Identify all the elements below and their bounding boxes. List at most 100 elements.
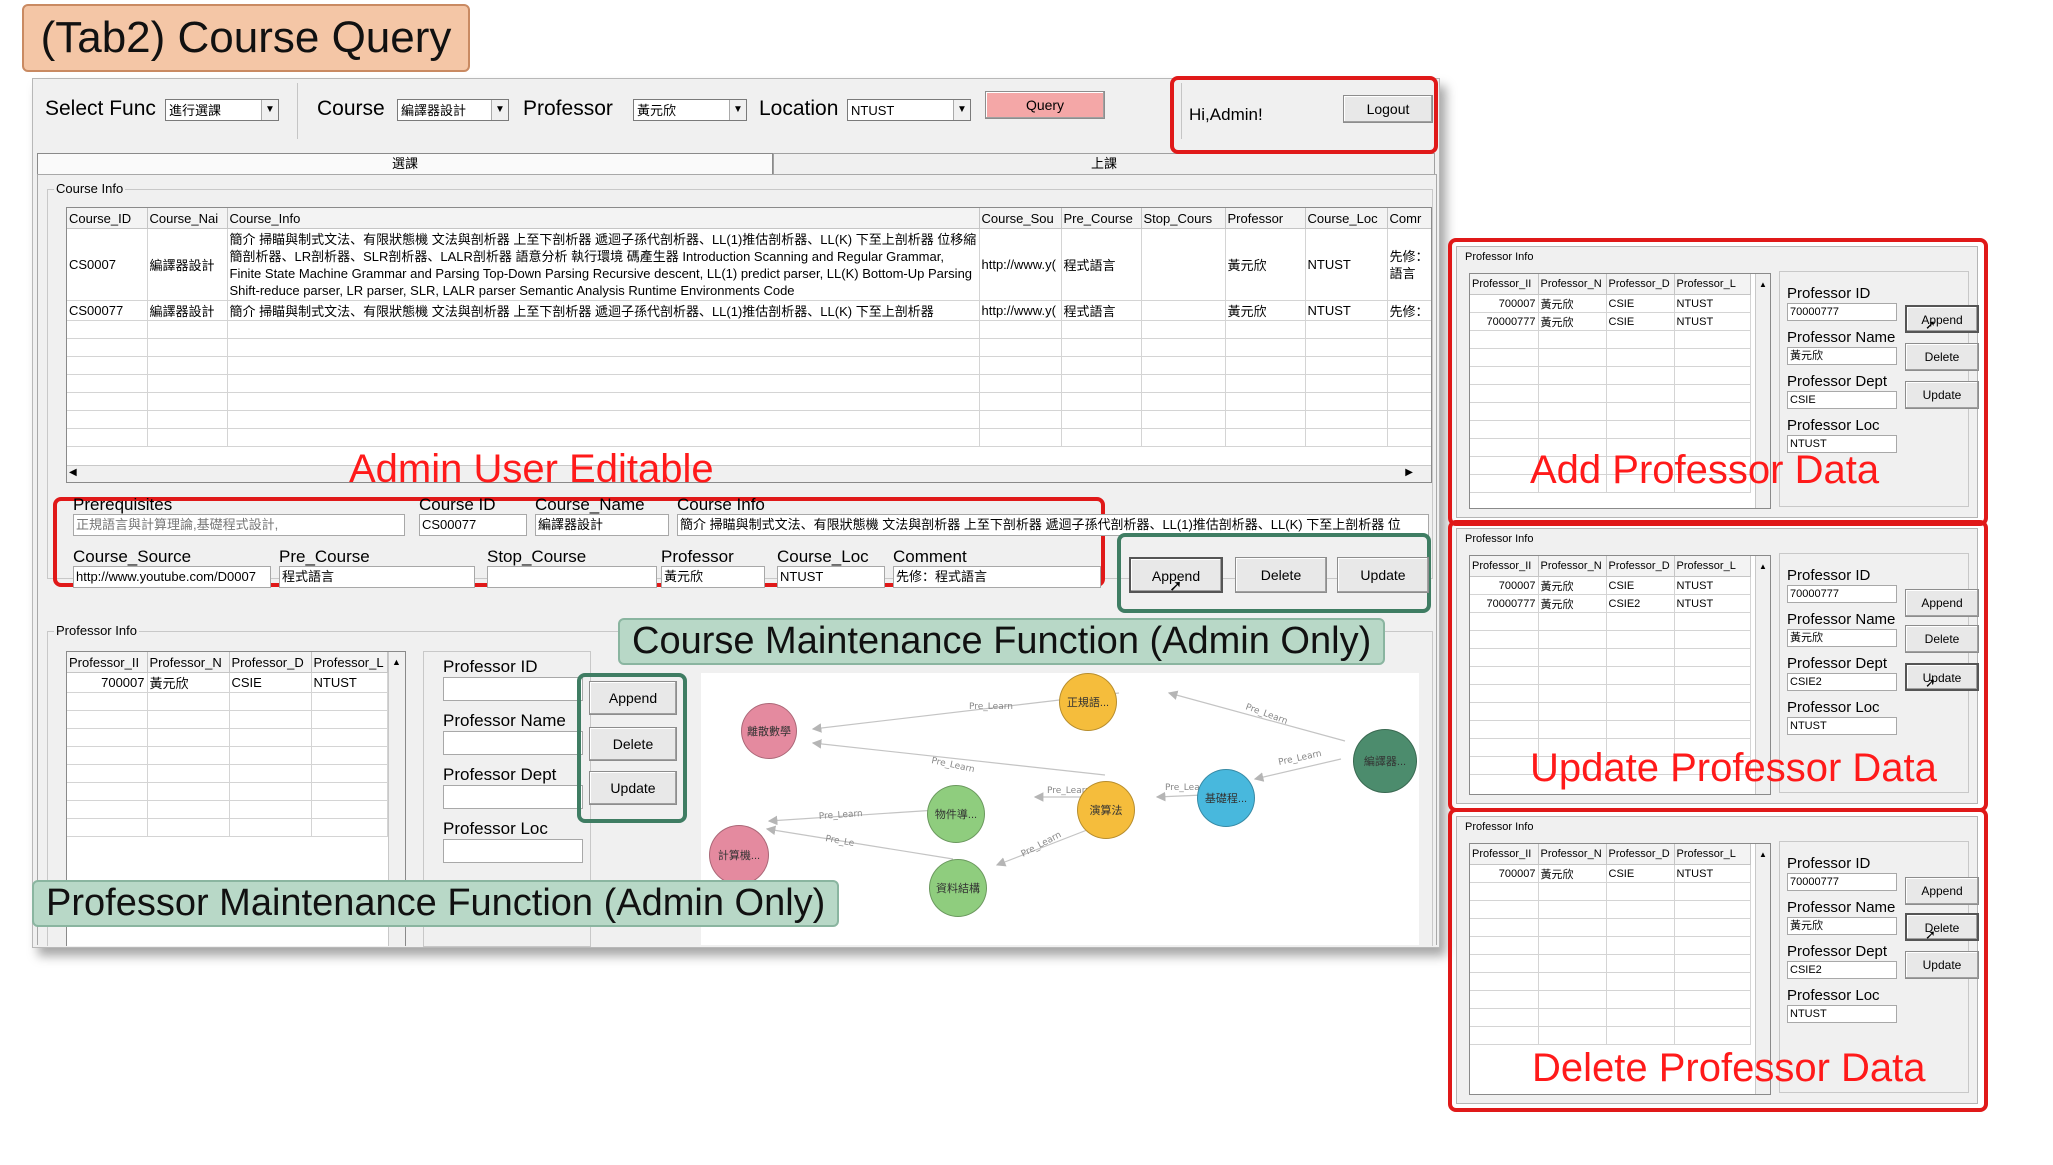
graph-node[interactable]: 計算機... xyxy=(709,825,769,885)
tab-select-course[interactable]: 選課 xyxy=(37,153,773,174)
course-source-field[interactable]: http://www.youtube.com/D0007 xyxy=(73,566,271,588)
stop-course-label: Stop_Course xyxy=(487,547,587,566)
empty-row xyxy=(67,746,388,765)
chevron-down-icon[interactable]: ▼ xyxy=(261,100,278,120)
column-header[interactable]: Professor_D xyxy=(229,652,312,673)
column-header[interactable]: Professor xyxy=(1225,208,1306,229)
table-row[interactable]: 700007 黃元欣 CSIE NTUST xyxy=(67,672,388,693)
scroll-left-icon[interactable]: ◀ xyxy=(69,467,77,478)
query-button[interactable]: Query xyxy=(985,91,1105,119)
course-name-field[interactable]: 編譯器設計 xyxy=(535,514,669,536)
location-dropdown[interactable]: NTUST ▼ xyxy=(847,99,971,121)
cell[interactable]: 先修：語言 xyxy=(1387,228,1431,301)
cell[interactable]: 黃元欣 xyxy=(147,672,230,693)
empty-row xyxy=(67,764,388,783)
professor-edit-label: Professor xyxy=(661,547,734,566)
graph-node-label: 資料結構 xyxy=(936,883,980,895)
empty-row xyxy=(67,782,388,801)
professor-dropdown[interactable]: 黃元欣 ▼ xyxy=(633,99,747,121)
cell[interactable]: NTUST xyxy=(311,672,388,693)
cell[interactable]: 700007 xyxy=(67,672,148,693)
professor-grid-header: Professor_II Professor_N Professor_D Pro… xyxy=(67,652,388,673)
pre-course-field[interactable]: 程式語言 xyxy=(279,566,475,588)
professor-id-field[interactable] xyxy=(443,677,583,701)
cell[interactable] xyxy=(1141,300,1226,321)
course-id-field[interactable]: CS00077 xyxy=(419,514,527,536)
professor-loc-field[interactable] xyxy=(443,839,583,863)
stop-course-field[interactable] xyxy=(487,566,657,588)
graph-node[interactable]: 正規語... xyxy=(1059,673,1117,731)
column-header[interactable]: Course_Nai xyxy=(147,208,228,229)
cell[interactable]: 簡介 掃瞄與制式文法、有限狀態機 文法與剖析器 上至下剖析器 遞迴子孫代剖析器、… xyxy=(227,228,980,301)
graph-node[interactable]: 離散數學 xyxy=(741,703,797,759)
column-header[interactable]: Professor_L xyxy=(311,652,388,673)
course-info-grid[interactable]: Course_ID Course_Nai Course_Info Course_… xyxy=(66,207,1432,483)
cell[interactable]: 編譯器設計 xyxy=(147,228,228,301)
column-header[interactable]: Professor_II xyxy=(67,652,148,673)
column-header[interactable]: Comr xyxy=(1387,208,1431,229)
graph-node[interactable]: 資料結構 xyxy=(929,859,987,917)
scroll-right-icon[interactable]: ▶ xyxy=(1405,467,1413,478)
professor-update-button[interactable]: Update xyxy=(589,771,677,805)
cell[interactable]: CS0007 xyxy=(67,228,148,301)
tab-attend-course[interactable]: 上課 xyxy=(773,153,1435,174)
graph-node[interactable]: 物件導... xyxy=(927,785,985,843)
professor-edit-field[interactable]: 黃元欣 xyxy=(661,566,765,588)
cell[interactable]: 先修： xyxy=(1387,300,1431,321)
table-row[interactable]: CS0007 編譯器設計 簡介 掃瞄與制式文法、有限狀態機 文法與剖析器 上至下… xyxy=(67,228,1431,301)
course-update-button[interactable]: Update xyxy=(1337,557,1429,593)
column-header[interactable]: Course_Info xyxy=(227,208,980,229)
table-row[interactable]: CS00077 編譯器設計 簡介 掃瞄與制式文法、有限狀態機 文法與剖析器 上至… xyxy=(67,300,1431,321)
cell[interactable]: http://www.y( xyxy=(979,300,1062,321)
cell[interactable]: NTUST xyxy=(1305,300,1388,321)
cell[interactable]: 黃元欣 xyxy=(1225,228,1306,301)
select-func-dropdown[interactable]: 進行選課 ▼ xyxy=(165,99,279,121)
chevron-down-icon[interactable]: ▼ xyxy=(729,100,746,120)
course-delete-button[interactable]: Delete xyxy=(1235,557,1327,593)
cell[interactable]: 編譯器設計 xyxy=(147,300,228,321)
column-header[interactable]: Stop_Cours xyxy=(1141,208,1226,229)
column-header[interactable]: Course_Sou xyxy=(979,208,1062,229)
select-func-value: 進行選課 xyxy=(169,103,222,118)
empty-row xyxy=(67,800,388,819)
graph-edge xyxy=(765,825,954,860)
comment-field[interactable]: 先修：程式語言 xyxy=(893,566,1101,588)
professor-delete-button[interactable]: Delete xyxy=(589,727,677,761)
cell[interactable]: 程式語言 xyxy=(1061,228,1142,301)
column-header[interactable]: Course_Loc xyxy=(1305,208,1388,229)
edge-label: Pre_Learn xyxy=(1244,702,1289,726)
course-maintenance-caption: Course Maintenance Function (Admin Only) xyxy=(618,618,1386,665)
professor-append-button[interactable]: Append xyxy=(589,681,677,715)
graph-node[interactable]: 演算法 xyxy=(1077,781,1135,839)
prerequisites-label: Prerequisites xyxy=(73,495,173,514)
cell[interactable]: CSIE xyxy=(229,672,312,693)
scroll-up-icon[interactable]: ▲ xyxy=(389,657,401,667)
graph-node-label: 計算機... xyxy=(717,850,761,862)
edge-label: Pre_Learn xyxy=(819,809,864,822)
column-header[interactable]: Course_ID xyxy=(67,208,148,229)
chevron-down-icon[interactable]: ▼ xyxy=(491,100,508,120)
empty-row xyxy=(67,356,1431,375)
graph-node-label: 離散數學 xyxy=(747,726,791,738)
column-header[interactable]: Professor_N xyxy=(147,652,230,673)
professor-name-field[interactable] xyxy=(443,731,583,755)
chevron-down-icon[interactable]: ▼ xyxy=(953,100,970,120)
course-loc-field[interactable]: NTUST xyxy=(777,566,885,588)
empty-row xyxy=(67,374,1431,393)
prerequisites-field[interactable]: 正規語言與計算理論,基礎程式設計, xyxy=(73,514,405,536)
cell[interactable] xyxy=(1141,228,1226,301)
graph-node[interactable]: 基礎程... xyxy=(1197,769,1255,827)
column-header[interactable]: Pre_Course xyxy=(1061,208,1142,229)
course-dropdown[interactable]: 編譯器設計 ▼ xyxy=(397,99,509,121)
graph-node[interactable]: 編譯器... xyxy=(1353,729,1417,793)
professor-maintenance-caption: Professor Maintenance Function (Admin On… xyxy=(32,880,840,927)
cell[interactable]: http://www.y( xyxy=(979,228,1062,301)
cell[interactable]: NTUST xyxy=(1305,228,1388,301)
professor-dept-label: Professor Dept xyxy=(443,765,557,784)
professor-dept-field[interactable] xyxy=(443,785,583,809)
cell[interactable]: 黃元欣 xyxy=(1225,300,1306,321)
horizontal-scrollbar[interactable]: ◀ ▶ xyxy=(67,465,1431,482)
cell[interactable]: 簡介 掃瞄與制式文法、有限狀態機 文法與剖析器 上至下剖析器 遞迴子孫代剖析器、… xyxy=(227,300,980,321)
cell[interactable]: 程式語言 xyxy=(1061,300,1142,321)
cell[interactable]: CS00077 xyxy=(67,300,148,321)
